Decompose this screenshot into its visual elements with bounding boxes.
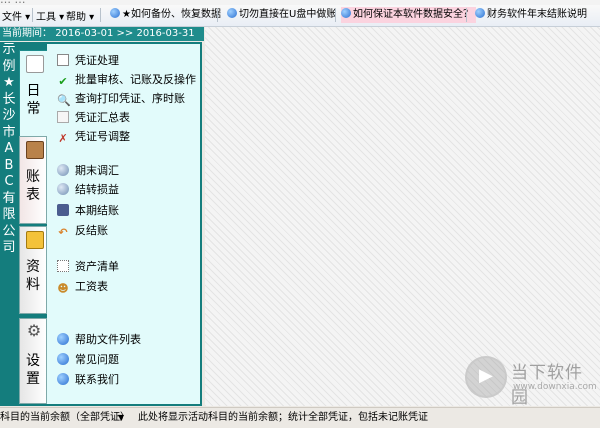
item-voucher-summary[interactable]: 凭证汇总表 <box>57 111 130 125</box>
item-voucher-renumber[interactable]: ✗ 凭证号调整 <box>57 130 130 145</box>
tab-data[interactable]: 资 料 <box>19 226 47 314</box>
link-year-end-closing[interactable]: 财务软件年末结账说明 <box>475 7 590 23</box>
status-account-scope: 科目的当前余额（全部凭证） <box>0 412 130 423</box>
tab-settings[interactable]: ⚙ 设 置 <box>19 318 47 404</box>
main-workspace <box>205 27 600 406</box>
globe-gear-icon <box>57 164 69 176</box>
ie-icon <box>57 353 69 365</box>
asset-list-icon <box>57 260 69 272</box>
checkmark-icon: ✔ <box>58 75 68 88</box>
ledger-book-icon <box>26 141 44 159</box>
menu-divider <box>32 8 33 22</box>
people-icon: ☻ <box>57 282 69 295</box>
tab-daily[interactable]: 日 常 <box>19 50 47 138</box>
menu-divider <box>100 8 101 22</box>
summary-sheet-icon <box>57 111 69 123</box>
item-help-files[interactable]: 帮助文件列表 <box>57 333 141 347</box>
document-icon <box>26 55 44 73</box>
calculator-icon <box>57 204 69 216</box>
link-data-security[interactable]: 如何保证本软件数据安全？ <box>341 7 476 23</box>
menu-divider <box>335 8 336 22</box>
item-period-close[interactable]: 本期结账 <box>57 204 119 218</box>
gear-icon: ⚙ <box>26 321 42 340</box>
item-faq[interactable]: 常见问题 <box>57 353 119 367</box>
tools-icon: ✗ <box>58 132 68 145</box>
item-payroll[interactable]: ☻ 工资表 <box>57 280 108 295</box>
company-name: 示 例 ★ 长 沙 市 A B C 有 限 公 司 <box>0 42 18 406</box>
status-dropdown-icon[interactable]: ▼ <box>118 408 124 428</box>
current-period: 当前期间： 2016-03-01 >> 2016-03-31 <box>0 27 204 41</box>
menu-file[interactable]: 文件 ▾ <box>2 8 30 23</box>
status-message: 此处将显示活动科目的当前余额；统计全部凭证，包括未记账凭证 <box>138 412 428 423</box>
status-bar: 科目的当前余额（全部凭证） ▼ 此处将显示活动科目的当前余额；统计全部凭证，包括… <box>0 407 600 428</box>
menu-tools[interactable]: 工具 ▾ <box>36 8 64 23</box>
item-voucher-process[interactable]: 凭证处理 <box>57 54 119 68</box>
archive-icon <box>26 231 44 249</box>
ie-icon <box>57 333 69 345</box>
item-asset-list[interactable]: 资产清单 <box>57 260 119 274</box>
item-reverse-close[interactable]: ↶ 反结账 <box>57 224 108 239</box>
side-tabs: 日 常 账 表 资 料 ⚙ 设 置 <box>18 42 47 406</box>
menu-divider <box>217 8 218 22</box>
item-transfer-profit-loss[interactable]: 结转损益 <box>57 183 119 197</box>
menu-bar: 文件 ▾ 工具 ▾ 帮助 ▾ ★如何备份、恢复数据 切勿直接在U盘中做账 如何保… <box>0 5 600 27</box>
watermark-url: www.downxia.com <box>513 382 597 392</box>
item-contact-us[interactable]: 联系我们 <box>57 373 119 387</box>
period-start: 2016-03-01 <box>55 28 114 39</box>
search-print-icon: 🔍 <box>57 94 71 107</box>
ie-icon <box>475 8 485 18</box>
link-backup-restore[interactable]: ★如何备份、恢复数据 <box>110 7 224 23</box>
period-end: 2016-03-31 <box>136 28 195 39</box>
ie-icon <box>341 8 351 18</box>
menu-divider <box>466 8 467 22</box>
ie-icon <box>227 8 237 18</box>
item-query-print[interactable]: 🔍 查询打印凭证、序时账 <box>57 92 185 107</box>
link-usb-warning[interactable]: 切勿直接在U盘中做账 <box>227 7 339 23</box>
globe-gear-icon <box>57 183 69 195</box>
ie-icon <box>57 373 69 385</box>
tab-reports[interactable]: 账 表 <box>19 136 47 224</box>
nav-panel: 凭证处理 ✔ 批量审核、记账及反操作 🔍 查询打印凭证、序时账 凭证汇总表 ✗ 凭证号… <box>47 42 202 406</box>
undo-arrow-icon: ↶ <box>58 226 68 239</box>
edit-document-icon <box>57 54 69 66</box>
watermark: 当下软件园 www.downxia.com <box>455 352 600 408</box>
watermark-logo-icon <box>465 356 507 398</box>
menu-help[interactable]: 帮助 ▾ <box>66 8 94 23</box>
item-batch-review[interactable]: ✔ 批量审核、记账及反操作 <box>57 73 196 88</box>
item-period-exchange[interactable]: 期末调汇 <box>57 164 119 178</box>
ie-icon <box>110 8 120 18</box>
